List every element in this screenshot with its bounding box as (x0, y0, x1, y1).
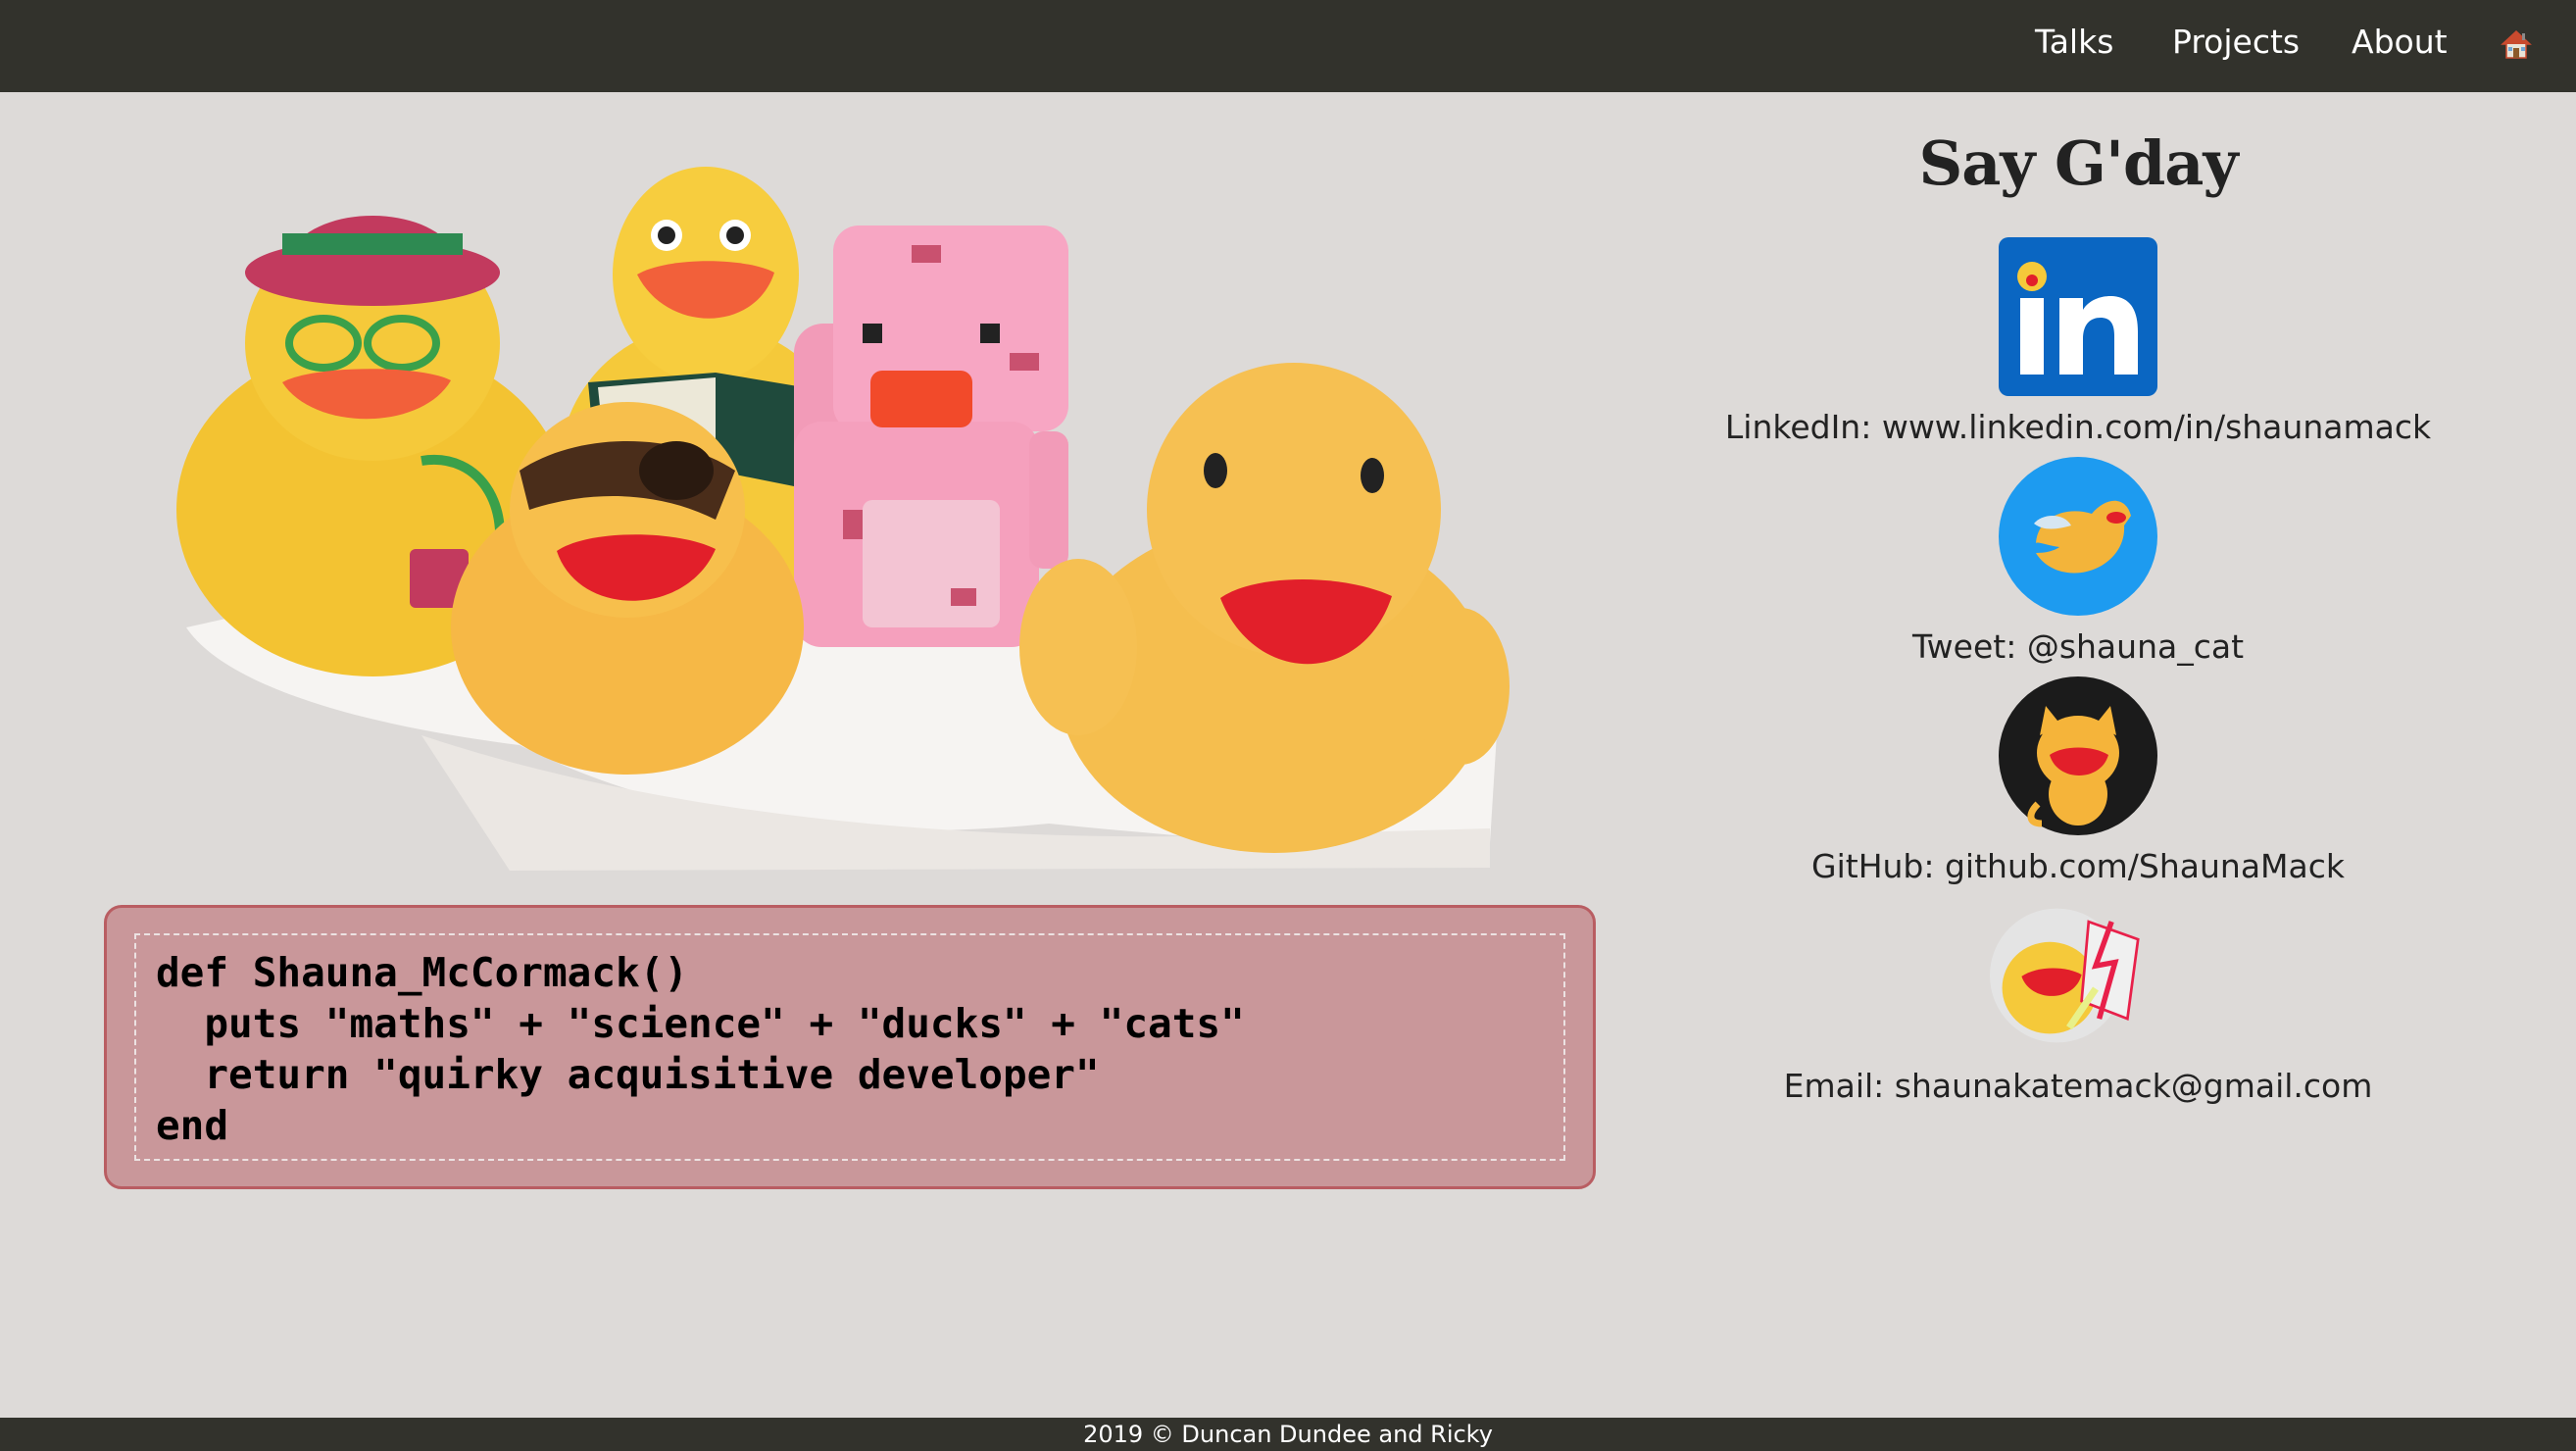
code-line-puts: puts "maths" + "science" + "ducks" + "ca… (156, 1000, 1245, 1047)
code-line-def: def Shauna_McCormack() (156, 949, 689, 996)
rubber-ducks-image (176, 167, 1510, 871)
linkedin-link[interactable]: LinkedIn: www.linkedin.com/in/shaunamack (1653, 406, 2503, 449)
github-icon[interactable] (1999, 676, 2157, 835)
code-line-return: return "quirky acquisitive developer" (156, 1051, 1100, 1098)
top-navbar: Talks Projects About (0, 0, 2576, 92)
code-snippet-inner: def Shauna_McCormack() puts "maths" + "s… (134, 933, 1565, 1161)
house-icon[interactable] (2500, 27, 2533, 61)
nav-about-link[interactable]: About (2352, 18, 2448, 67)
pink-block-duck (794, 225, 1068, 647)
footer-copyright: 2019 © Duncan Dundee and Ricky (0, 1418, 2576, 1451)
email-link[interactable]: Email: shaunakatemack@gmail.com (1653, 1065, 2503, 1108)
say-gday-title: Say G'day (1918, 127, 2238, 199)
twitter-icon[interactable] (1999, 457, 2157, 616)
code-line-end: end (156, 1102, 229, 1149)
github-link[interactable]: GitHub: github.com/ShaunaMack (1653, 845, 2503, 888)
code-snippet-box: def Shauna_McCormack() puts "maths" + "s… (104, 905, 1596, 1189)
nav-projects-link[interactable]: Projects (2172, 18, 2300, 67)
nav-talks-link[interactable]: Talks (2035, 18, 2113, 67)
twitter-link[interactable]: Tweet: @shauna_cat (1653, 625, 2503, 669)
email-icon[interactable] (1990, 896, 2149, 1055)
linkedin-icon[interactable] (1999, 237, 2157, 396)
